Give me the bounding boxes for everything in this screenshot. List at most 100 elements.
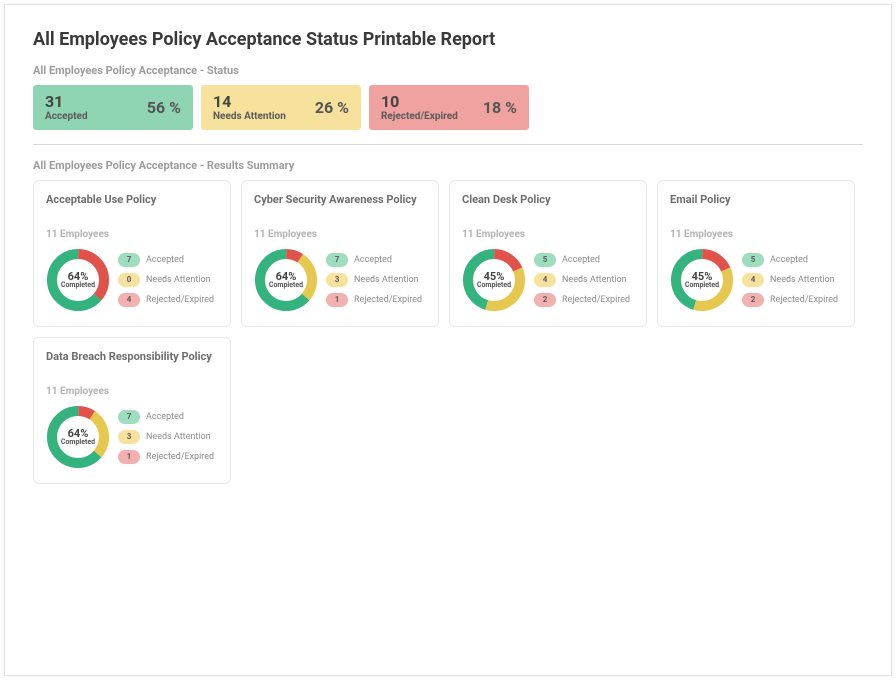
policy-chart-row: 64%Completed 7 Accepted 3 Needs Attention 1 Re… (46, 405, 218, 469)
divider (33, 144, 863, 145)
legend-label-accepted: Accepted (146, 412, 184, 422)
legend: 7 Accepted 3 Needs Attention 1 Rejected/Expir… (118, 410, 214, 464)
status-percent: 18 % (483, 98, 517, 117)
policy-chart-row: 45%Completed 5 Accepted 4 Needs Attention 2 Re… (670, 248, 842, 312)
legend-label-attention: Needs Attention (146, 275, 211, 285)
policy-card: Cyber Security Awareness Policy 11 Employ… (241, 180, 439, 327)
legend-row-rejected: 1 Rejected/Expired (118, 450, 214, 464)
donut-center: 64%Completed (46, 248, 110, 312)
policy-title: Data Breach Responsibility Policy (46, 350, 218, 376)
policy-subtitle: 11 Employees (670, 229, 842, 240)
legend-pill-attention: 3 (326, 273, 348, 287)
summary-section-label: All Employees Policy Acceptance - Result… (33, 159, 863, 172)
legend-row-accepted: 7 Accepted (118, 410, 214, 424)
donut-center: 64%Completed (254, 248, 318, 312)
legend-pill-rejected: 2 (534, 293, 556, 307)
legend-row-accepted: 5 Accepted (534, 253, 630, 267)
legend-pill-attention: 4 (534, 273, 556, 287)
legend-pill-attention: 4 (742, 273, 764, 287)
status-label: Rejected/Expired (381, 111, 458, 122)
donut-chart: 64%Completed (254, 248, 318, 312)
legend: 7Accepted3Needs Attention1Rejected/Expir… (326, 253, 422, 307)
donut-chart: 64%Completed (46, 248, 110, 312)
legend-row-accepted: 7Accepted (118, 253, 214, 267)
legend-row-attention: 3 Needs Attention (326, 273, 422, 287)
policy-title: Email Policy (670, 193, 842, 219)
policy-card: Data Breach Responsibility Policy11 Empl… (33, 337, 231, 484)
donut-completed-label: Completed (477, 282, 511, 289)
legend-label-accepted: Accepted (354, 255, 392, 265)
legend-row-rejected: 2 Rejected/Expired (534, 293, 630, 307)
page-title: All Employees Policy Acceptance Status P… (33, 29, 863, 50)
legend: 5 Accepted 4 Needs Attention 2 Rejected/Expir… (742, 253, 838, 307)
status-card: 14Needs Attention 26 % (201, 85, 361, 130)
donut-chart: 64%Completed (46, 405, 110, 469)
donut-completed-label: Completed (61, 282, 95, 289)
policy-chart-row: 45%Completed 5 Accepted 4 Needs Attention 2 Re… (462, 248, 634, 312)
legend-label-accepted: Accepted (562, 255, 600, 265)
legend-pill-accepted: 7 (118, 410, 140, 424)
legend-label-attention: Needs Attention (146, 432, 211, 442)
policy-card: Clean Desk Policy11 Employees45%Complete… (449, 180, 647, 327)
legend-row-accepted: 7 Accepted (326, 253, 422, 267)
policy-subtitle: 11 Employees (254, 229, 426, 240)
legend-label-rejected: Rejected/Expired (562, 295, 630, 305)
legend-pill-attention: 3 (118, 430, 140, 444)
legend-pill-accepted: 7 (326, 253, 348, 267)
legend-row-rejected: 2 Rejected/Expired (742, 293, 838, 307)
policy-chart-row: 64%Completed 7Accepted 0 Needs Attention 4 Re… (46, 248, 218, 312)
legend-row-attention: 3 Needs Attention (118, 430, 214, 444)
donut-percent: 45% (484, 271, 505, 282)
legend-label-attention: Needs Attention (562, 275, 627, 285)
donut-completed-label: Completed (61, 439, 95, 446)
legend-row-rejected: 4 Rejected/Expired (118, 293, 214, 307)
policy-chart-row: 64%Completed7Accepted3Needs Attention1Re… (254, 248, 426, 312)
status-count: 10 (381, 93, 458, 111)
donut-chart: 45%Completed (670, 248, 734, 312)
legend-pill-accepted: 7 (118, 253, 140, 267)
policy-card: Email Policy 11 Employees 45%Completed 5 Acc… (657, 180, 855, 327)
donut-center: 64%Completed (46, 405, 110, 469)
legend-label-attention: Needs Attention (770, 275, 835, 285)
donut-center: 45%Completed (670, 248, 734, 312)
legend: 5 Accepted 4 Needs Attention 2 Rejected/Expir… (534, 253, 630, 307)
status-count: 14 (213, 93, 286, 111)
legend-label-rejected: Rejected/Expired (146, 452, 214, 462)
report-page: All Employees Policy Acceptance Status P… (4, 4, 892, 676)
policy-card: Acceptable Use Policy 11 Employees 64%Comp… (33, 180, 231, 327)
policy-subtitle: 11 Employees (462, 229, 634, 240)
policy-cards-grid: Acceptable Use Policy11 Employees64%Comp… (33, 180, 863, 484)
legend-label-attention: Needs Attention (354, 275, 419, 285)
status-percent: 26 % (315, 98, 349, 117)
donut-percent: 64% (68, 271, 89, 282)
legend-label-rejected: Rejected/Expired (770, 295, 838, 305)
donut-center: 45%Completed (462, 248, 526, 312)
legend-pill-rejected: 1 (326, 293, 348, 307)
legend-row-attention: 0 Needs Attention (118, 273, 214, 287)
policy-title: Cyber Security Awareness Policy (254, 193, 426, 219)
donut-percent: 64% (276, 271, 297, 282)
donut-completed-label: Completed (269, 282, 303, 289)
legend-row-attention: 4 Needs Attention (534, 273, 630, 287)
donut-percent: 64% (68, 428, 89, 439)
status-card: 10Rejected/Expired 18 % (369, 85, 529, 130)
legend-label-rejected: Rejected/Expired (146, 295, 214, 305)
legend: 7Accepted 0 Needs Attention 4 Rejected/Expir… (118, 253, 214, 307)
status-label: Needs Attention (213, 111, 286, 122)
status-label: Accepted (45, 111, 88, 122)
status-row: 31Accepted56 % 14Needs Attention 26 % 10Rej… (33, 85, 863, 130)
donut-percent: 45% (692, 271, 713, 282)
status-card: 31Accepted56 % (33, 85, 193, 130)
legend-pill-accepted: 5 (534, 253, 556, 267)
policy-subtitle: 11 Employees (46, 229, 218, 240)
legend-pill-rejected: 2 (742, 293, 764, 307)
status-section-label: All Employees Policy Acceptance - Status (33, 64, 863, 77)
legend-pill-rejected: 1 (118, 450, 140, 464)
donut-chart: 45%Completed (462, 248, 526, 312)
legend-pill-attention: 0 (118, 273, 140, 287)
legend-pill-rejected: 4 (118, 293, 140, 307)
policy-title: Acceptable Use Policy (46, 193, 218, 219)
legend-pill-accepted: 5 (742, 253, 764, 267)
legend-label-accepted: Accepted (770, 255, 808, 265)
donut-completed-label: Completed (685, 282, 719, 289)
